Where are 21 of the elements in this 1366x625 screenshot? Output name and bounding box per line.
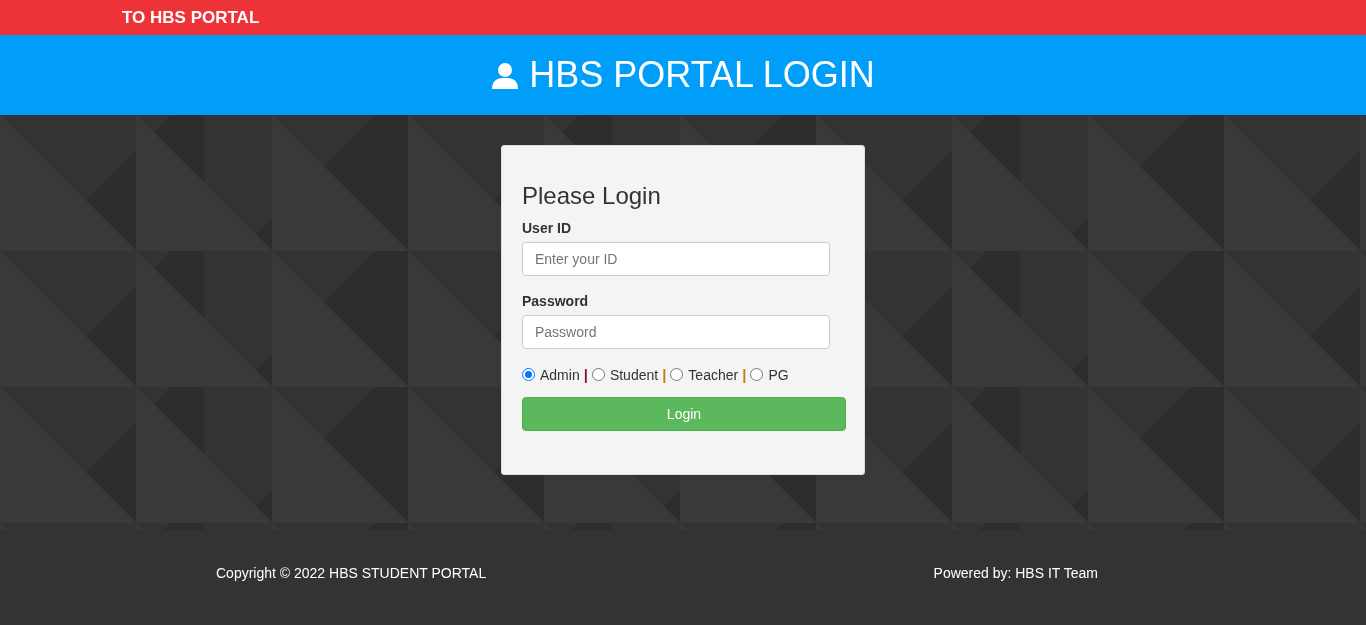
separator-text: | [662,366,667,383]
radio-button[interactable] [750,368,764,381]
credit-text: Powered by: HBS IT Team [933,565,1098,581]
radio-button[interactable] [670,368,684,381]
role-option[interactable]: Teacher [670,366,739,383]
user-icon [491,61,520,89]
field-label: User ID [522,220,573,236]
role-option[interactable]: Student [591,366,659,383]
user-id-field[interactable]: Enter your ID [522,242,830,276]
separator-text: | [583,366,588,383]
ticker-text: TO HBS PORTAL [122,7,260,28]
radio-button[interactable] [522,368,535,381]
radio-button[interactable] [591,368,605,381]
separator-text: | [742,366,747,383]
copyright-text: Copyright © 2022 HBS STUDENT PORTAL [216,565,487,581]
field-label: Password [522,293,590,309]
role-option[interactable]: Admin [522,366,580,383]
password-field[interactable]: Password [522,315,830,349]
page-title: HBS PORTAL LOGIN [529,54,875,96]
role-option[interactable]: PG [750,366,789,383]
form-heading: Please Login [522,182,662,210]
